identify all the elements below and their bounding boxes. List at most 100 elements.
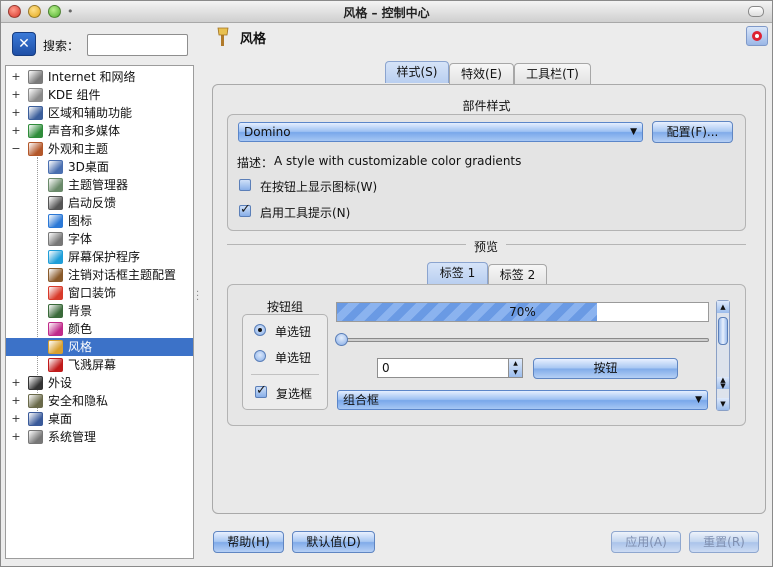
- enable-tooltips-checkbox[interactable]: [239, 202, 251, 217]
- radio-button-2-label: 单选钮: [275, 351, 312, 365]
- show-icons-checkbox[interactable]: [239, 179, 251, 191]
- background-icon: [48, 304, 63, 318]
- widget-style-combo[interactable]: Domino ▼: [238, 122, 643, 142]
- scrollbar-thumb[interactable]: [718, 317, 728, 345]
- search-input[interactable]: [87, 34, 188, 56]
- radio-button-2[interactable]: [254, 350, 266, 362]
- spin-box[interactable]: 0 ▲ ▼: [377, 358, 523, 378]
- tree-item[interactable]: 启动反馈: [6, 194, 193, 212]
- expand-icon[interactable]: +: [11, 122, 21, 140]
- globe-icon: [28, 70, 43, 84]
- scroll-up-icon[interactable]: ▲: [717, 301, 729, 313]
- tree-item-label: 屏幕保护程序: [68, 250, 141, 264]
- tree-item[interactable]: + Internet 和网络: [6, 68, 193, 86]
- logout-theme-icon: [48, 268, 63, 282]
- help-lifebuoy-icon[interactable]: [746, 26, 768, 46]
- tree-item-label: 区域和辅助功能: [48, 106, 133, 120]
- screensaver-icon: [48, 250, 63, 264]
- preview-tab-2[interactable]: 标签 2: [488, 264, 547, 286]
- shade-icon[interactable]: [748, 6, 764, 17]
- kde-components-icon: [28, 88, 43, 102]
- tree-item-label: KDE 组件: [48, 88, 101, 102]
- reset-button[interactable]: 重置(R): [689, 531, 759, 553]
- radio-button-1[interactable]: [254, 324, 266, 336]
- tree-item[interactable]: 颜色: [6, 320, 193, 338]
- tree-item[interactable]: 飞溅屏幕: [6, 356, 193, 374]
- expand-icon[interactable]: +: [11, 392, 21, 410]
- control-center-window: • 风格 – 控制中心 ✕ 搜索： + Internet 和网络 + KDE 组件 + 区…: [0, 0, 773, 567]
- launch-feedback-icon: [48, 196, 63, 210]
- tree-item[interactable]: + 声音和多媒体: [6, 122, 193, 140]
- desktop-3d-icon: [48, 160, 63, 174]
- scroll-down-icon[interactable]: ▼: [717, 398, 729, 410]
- tab-toolbar[interactable]: 工具栏(T): [514, 63, 591, 85]
- tree-item[interactable]: 字体: [6, 230, 193, 248]
- expand-icon[interactable]: +: [11, 68, 21, 86]
- description-value: A style with customizable color gradient…: [274, 154, 522, 168]
- button-group-separator: [251, 374, 319, 375]
- collapse-icon[interactable]: −: [11, 140, 21, 158]
- preview-title: 预览: [466, 238, 506, 255]
- splash-screen-icon: [48, 358, 63, 372]
- widget-style-title: 部件样式: [462, 99, 511, 113]
- tab-style[interactable]: 样式(S): [385, 61, 449, 83]
- preview-combo[interactable]: 组合框 ▼: [337, 390, 708, 410]
- style-icon: [48, 340, 63, 354]
- icons-icon: [48, 214, 63, 228]
- tree-item-label: 注销对话框主题配置: [68, 268, 177, 282]
- expand-icon[interactable]: +: [11, 428, 21, 446]
- title-bar: • 风格 – 控制中心: [1, 1, 772, 23]
- expand-icon[interactable]: +: [11, 374, 21, 392]
- chevron-down-icon: ▼: [695, 395, 702, 405]
- appearance-icon: [28, 142, 43, 156]
- slider-handle[interactable]: [335, 333, 348, 346]
- tree-item[interactable]: + KDE 组件: [6, 86, 193, 104]
- button-group-title: 按钮组: [266, 300, 303, 314]
- configure-button[interactable]: 配置(F)...: [652, 121, 733, 143]
- tree-item[interactable]: + 系统管理: [6, 428, 193, 446]
- defaults-button[interactable]: 默认值(D): [292, 531, 375, 553]
- splitter-handle[interactable]: · · ·: [196, 288, 199, 306]
- tree-item[interactable]: + 安全和隐私: [6, 392, 193, 410]
- tree-item[interactable]: 风格: [6, 338, 193, 356]
- module-tree[interactable]: + Internet 和网络 + KDE 组件 + 区域和辅助功能 + 声音和多媒体 − 外观和主…: [5, 65, 194, 559]
- tree-item-label: 背景: [68, 304, 93, 318]
- preview-tab-1[interactable]: 标签 1: [427, 262, 488, 284]
- tab-effects[interactable]: 特效(E): [449, 63, 514, 85]
- preview-button[interactable]: 按钮: [533, 358, 678, 379]
- tree-item-label: 外观和主题: [48, 142, 109, 156]
- tree-item-label: 系统管理: [48, 430, 97, 444]
- tree-item-label: 主题管理器: [68, 178, 129, 192]
- tree-item[interactable]: + 外设: [6, 374, 193, 392]
- tree-item-label: 安全和隐私: [48, 394, 109, 408]
- tree-item[interactable]: 屏幕保护程序: [6, 248, 193, 266]
- style-icon: [217, 27, 229, 46]
- spin-arrows-icon[interactable]: ▲ ▼: [508, 359, 522, 377]
- tree-item[interactable]: 窗口装饰: [6, 284, 193, 302]
- radio-button-1-label: 单选钮: [275, 325, 312, 339]
- tree-item[interactable]: 背景: [6, 302, 193, 320]
- tree-item[interactable]: 图标: [6, 212, 193, 230]
- progress-bar: 70%: [336, 302, 709, 322]
- chevron-down-icon: ▼: [630, 127, 637, 137]
- preview-checkbox[interactable]: [255, 383, 267, 398]
- tree-item[interactable]: + 桌面: [6, 410, 193, 428]
- window-title: 风格 – 控制中心: [343, 6, 430, 20]
- tree-item[interactable]: 3D桌面: [6, 158, 193, 176]
- scroll-step-icon[interactable]: ▲ ▼: [717, 377, 729, 390]
- tree-item[interactable]: 注销对话框主题配置: [6, 266, 193, 284]
- tree-item[interactable]: − 外观和主题: [6, 140, 193, 158]
- spin-box-value: 0: [382, 361, 390, 375]
- expand-icon[interactable]: +: [11, 86, 21, 104]
- region-icon: [28, 106, 43, 120]
- apply-button[interactable]: 应用(A): [611, 531, 681, 553]
- clear-search-icon[interactable]: ✕: [12, 32, 36, 56]
- expand-icon[interactable]: +: [11, 410, 21, 428]
- slider-track[interactable]: [341, 338, 709, 342]
- tree-item[interactable]: 主题管理器: [6, 176, 193, 194]
- help-button[interactable]: 帮助(H): [213, 531, 284, 553]
- expand-icon[interactable]: +: [11, 104, 21, 122]
- preview-scrollbar[interactable]: ▲ ▲ ▼ ▼: [716, 300, 730, 411]
- tree-item-label: 启动反馈: [68, 196, 117, 210]
- tree-item[interactable]: + 区域和辅助功能: [6, 104, 193, 122]
